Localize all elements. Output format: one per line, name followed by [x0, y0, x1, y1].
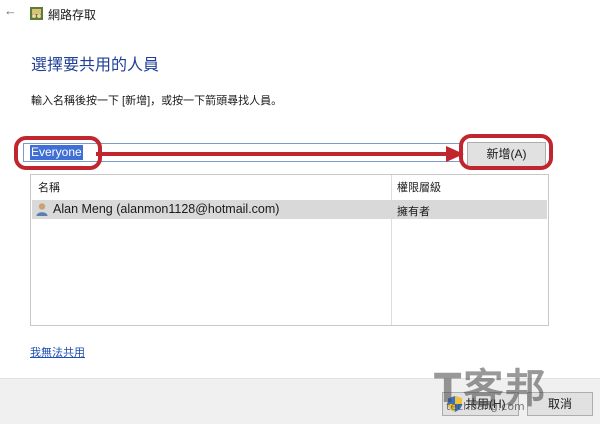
column-header-name[interactable]: 名稱: [38, 179, 60, 195]
highlight-box-input: [14, 136, 102, 170]
permission-level-cell[interactable]: 擁有者: [397, 203, 430, 219]
back-arrow-icon[interactable]: ←: [4, 3, 17, 18]
network-share-icon: [30, 7, 43, 20]
people-table: 名稱 權限層級 Alan Meng (alanmon1128@hotmail.c…: [30, 174, 549, 326]
column-header-permission[interactable]: 權限層級: [397, 179, 441, 195]
user-icon: [36, 203, 48, 216]
titlebar: ← 網路存取: [0, 0, 600, 28]
page-heading: 選擇要共用的人員: [31, 57, 160, 74]
annotation-arrow: [96, 146, 464, 162]
highlight-box-add-button: [459, 134, 553, 170]
instruction-text: 輸入名稱後按一下 [新增]，或按一下箭頭尋找人員。: [31, 95, 283, 107]
window-title: 網路存取: [48, 8, 97, 22]
user-name-cell: Alan Meng (alanmon1128@hotmail.com): [53, 202, 280, 216]
watermark-url: techbang.com: [446, 400, 525, 413]
network-access-dialog: ← 網路存取 選擇要共用的人員 輸入名稱後按一下 [新增]，或按一下箭頭尋找人員…: [0, 0, 600, 424]
column-divider: [391, 175, 392, 325]
techbang-watermark: T客邦 techbang.com: [428, 356, 600, 424]
table-row[interactable]: Alan Meng (alanmon1128@hotmail.com) 擁有者: [32, 200, 547, 219]
cannot-share-link[interactable]: 我無法共用: [30, 344, 85, 360]
